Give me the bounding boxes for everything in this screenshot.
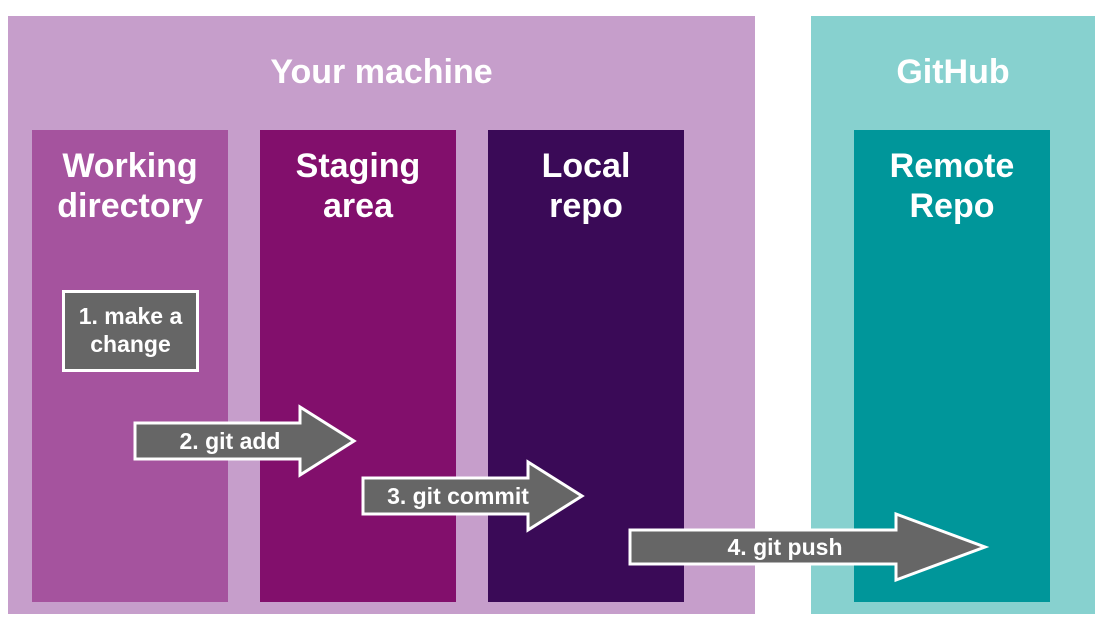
step-git-push-arrow: 4. git push (628, 511, 990, 583)
git-push-label: 4. git push (728, 534, 843, 560)
step-git-commit-arrow: 3. git commit (361, 459, 585, 533)
step-arrows: 2. git add 3. git commit 4. git push (133, 404, 990, 583)
git-commit-label: 3. git commit (387, 483, 529, 509)
git-add-label: 2. git add (180, 428, 281, 454)
step-git-add-arrow: 2. git add (133, 404, 357, 478)
